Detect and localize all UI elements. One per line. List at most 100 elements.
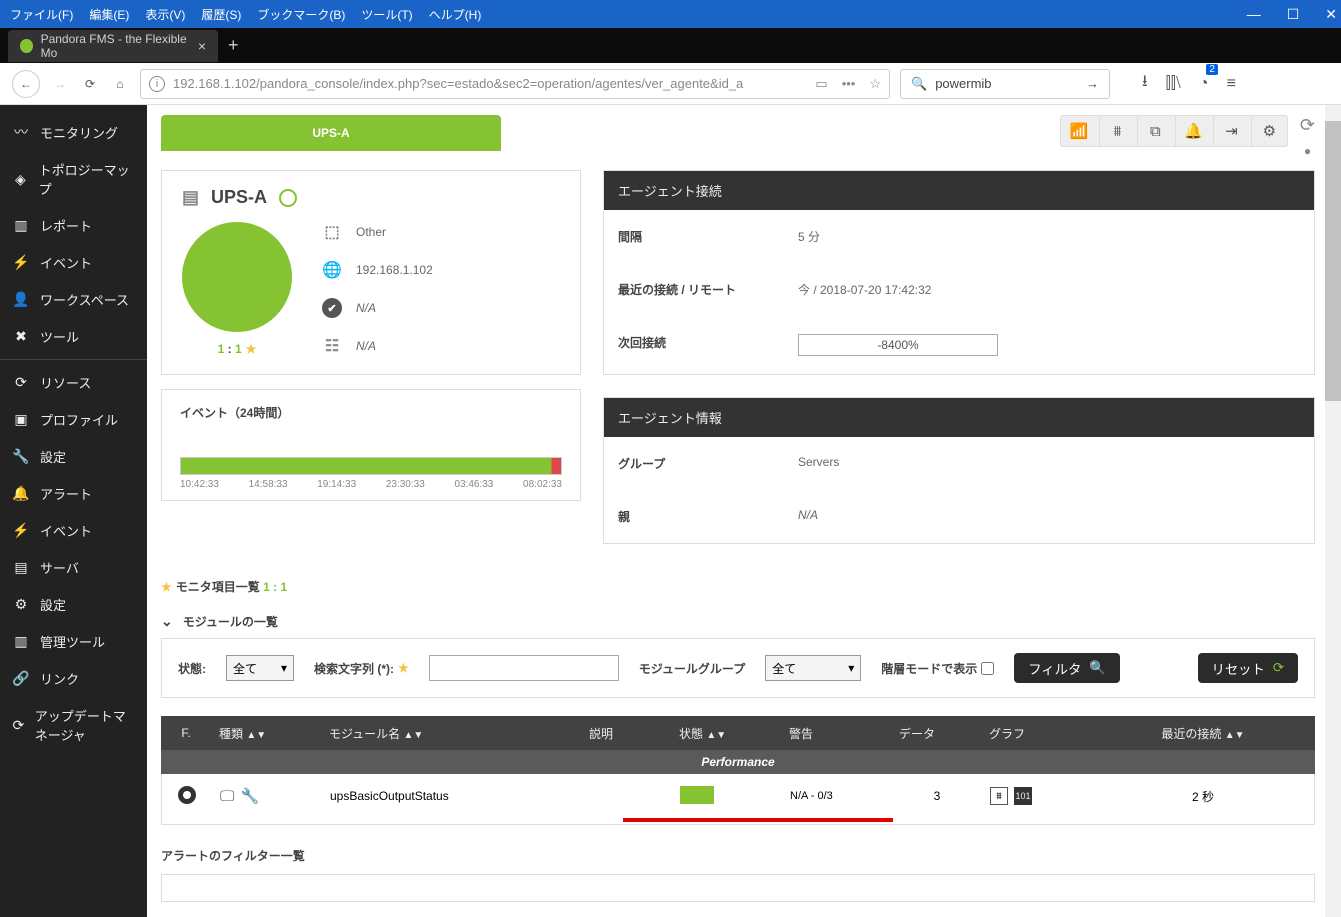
filter-button[interactable]: フィルタ🔍	[1014, 653, 1120, 683]
window-close-icon[interactable]: ✕	[1325, 6, 1337, 23]
screen-icon[interactable]: 🖵	[220, 788, 234, 805]
new-tab-button[interactable]: +	[228, 35, 239, 56]
col-last[interactable]: 最近の接続 ▲▼	[1091, 725, 1315, 742]
graph-icon[interactable]: ⩩	[990, 787, 1008, 805]
sidebar-item-resources[interactable]: ⟳リソース	[0, 364, 147, 401]
settings-gear-icon[interactable]: ⚙	[1251, 116, 1287, 146]
col-type[interactable]: 種類 ▲▼	[211, 725, 321, 742]
time-label: 14:58:33	[249, 479, 288, 490]
col-module[interactable]: モジュール名 ▲▼	[321, 725, 581, 742]
search-bar[interactable]: 🔍 powermib →	[900, 69, 1110, 99]
desc-icon: ☷	[322, 336, 342, 356]
menu-tools[interactable]: ツール(T)	[355, 2, 418, 27]
sidebar-item-tools[interactable]: ✖ツール	[0, 318, 147, 355]
scrollbar-thumb[interactable]	[1325, 121, 1341, 401]
sidebar-item-profile[interactable]: ▣プロファイル	[0, 401, 147, 438]
downloads-icon[interactable]: ⭳	[1142, 70, 1148, 97]
data-value: 3	[892, 789, 982, 803]
sidebar-item-events[interactable]: ⚡イベント	[0, 244, 147, 281]
sidebar-item-servers[interactable]: ▤サーバ	[0, 549, 147, 586]
chart-icon[interactable]: ⩩	[1099, 116, 1135, 146]
raw-data-icon[interactable]: 101	[1014, 787, 1032, 805]
agent-refresh-icon[interactable]	[279, 189, 297, 207]
sidebar-item-links[interactable]: 🔗リンク	[0, 660, 147, 697]
menu-bookmarks[interactable]: ブックマーク(B)	[251, 2, 351, 27]
col-graph[interactable]: グラフ	[981, 725, 1091, 742]
sidebar-item-topology[interactable]: ◈トポロジーマップ	[0, 151, 147, 207]
browser-toolbar: ← → ⟳ ⌂ i 192.168.1.102/pandora_console/…	[0, 63, 1341, 105]
record-icon[interactable]: ●	[1304, 144, 1311, 158]
menu-help[interactable]: ヘルプ(H)	[423, 2, 488, 27]
window-maximize-icon[interactable]: ☐	[1287, 6, 1300, 23]
sidebar-item-label: 管理ツール	[40, 632, 105, 651]
sidebar-item-alerts[interactable]: 🔔アラート	[0, 475, 147, 512]
search-filter-input[interactable]	[429, 655, 619, 681]
nav-home-button[interactable]: ⌂	[110, 77, 130, 91]
alert-bell-icon[interactable]: 🔔	[1175, 116, 1211, 146]
star-icon: ★	[398, 661, 409, 675]
last-contact-value: 2 秒	[1092, 788, 1314, 805]
reader-mode-icon[interactable]: ▭	[815, 76, 827, 92]
menu-view[interactable]: 表示(V)	[139, 2, 191, 27]
site-info-icon[interactable]: i	[149, 76, 165, 92]
col-flag[interactable]: F.	[161, 726, 211, 740]
col-warn[interactable]: 警告	[781, 725, 891, 742]
extension-icon[interactable]: ◔	[1199, 75, 1209, 93]
sidebar-item-monitoring[interactable]: 〰モニタリング	[0, 113, 147, 151]
star-icon: ★	[161, 580, 172, 594]
col-desc[interactable]: 説明	[581, 725, 671, 742]
reload-icon: ⟳	[1273, 660, 1284, 676]
col-status[interactable]: 状態 ▲▼	[671, 725, 781, 742]
search-icon: 🔍	[1089, 660, 1106, 676]
menu-edit[interactable]: 編集(E)	[83, 2, 135, 27]
interval-label: 間隔	[618, 228, 798, 245]
search-go-icon[interactable]: →	[1086, 76, 1099, 91]
interval-value: 5 分	[798, 228, 820, 245]
window-titlebar: ファイル(F) 編集(E) 表示(V) 履歴(S) ブックマーク(B) ツール(…	[0, 0, 1341, 28]
wrench-icon[interactable]: 🔧	[240, 788, 259, 805]
agent-name: UPS-A	[211, 187, 267, 208]
time-label: 19:14:33	[317, 479, 356, 490]
nav-back-button[interactable]: ←	[12, 70, 40, 98]
export-icon[interactable]: ⇥	[1213, 116, 1249, 146]
agent-summary-card: ▤ UPS-A 1 : 1★ ⬚Other 🌐1	[161, 170, 581, 375]
sidebar-item-settings[interactable]: ⚙設定	[0, 586, 147, 623]
mgroup-select[interactable]: 全て▾	[765, 655, 861, 681]
page-tab-active[interactable]: UPS-A	[161, 115, 501, 151]
library-icon[interactable]: ⫿⫿⧵	[1166, 75, 1181, 93]
refresh-icon[interactable]: ⟳	[1300, 115, 1315, 136]
flag-indicator-icon[interactable]	[178, 786, 196, 804]
window-minimize-icon[interactable]: —	[1247, 6, 1261, 23]
page-actions-icon[interactable]: •••	[842, 76, 856, 91]
browser-tab[interactable]: Pandora FMS - the Flexible Mo ×	[8, 30, 218, 62]
sidebar-item-events2[interactable]: ⚡イベント	[0, 512, 147, 549]
last-contact-label: 最近の接続 / リモート	[618, 281, 798, 298]
menu-file[interactable]: ファイル(F)	[4, 2, 79, 27]
cube-icon: ⬚	[322, 222, 342, 242]
hierarchy-checkbox-label: 階層モードで表示	[881, 660, 994, 677]
hierarchy-checkbox[interactable]	[981, 662, 994, 675]
app-menu-icon[interactable]: ≡	[1227, 75, 1236, 93]
reset-button[interactable]: リセット⟳	[1198, 653, 1298, 683]
search-icon: 🔍	[911, 76, 927, 92]
sidebar-item-reports[interactable]: ▥レポート	[0, 207, 147, 244]
wifi-icon[interactable]: 📶	[1061, 116, 1097, 146]
sidebar-item-workspace[interactable]: 👤ワークスペース	[0, 281, 147, 318]
sidebar-item-admin[interactable]: ▥管理ツール	[0, 623, 147, 660]
sidebar-item-config[interactable]: 🔧設定	[0, 438, 147, 475]
sidebar-item-update[interactable]: ⟳アップデートマネージャ	[0, 697, 147, 753]
menu-history[interactable]: 履歴(S)	[195, 2, 247, 27]
nav-forward-button[interactable]: →	[50, 77, 70, 91]
nav-reload-button[interactable]: ⟳	[80, 77, 100, 91]
events-time-labels: 10:42:33 14:58:33 19:14:33 23:30:33 03:4…	[180, 479, 562, 490]
panel-header: エージェント接続	[604, 171, 1314, 210]
module-name[interactable]: upsBasicOutputStatus	[322, 789, 582, 803]
module-list-toggle[interactable]: ⌄ モジュールの一覧	[161, 613, 1315, 630]
col-data[interactable]: データ	[891, 725, 981, 742]
tab-close-icon[interactable]: ×	[198, 38, 206, 54]
collapse-icon[interactable]: ⧉	[1137, 116, 1173, 146]
info-parent-value: N/A	[798, 508, 818, 525]
bookmark-star-icon[interactable]: ☆	[869, 76, 881, 92]
url-bar[interactable]: i 192.168.1.102/pandora_console/index.ph…	[140, 69, 890, 99]
status-select[interactable]: 全て▾	[226, 655, 294, 681]
